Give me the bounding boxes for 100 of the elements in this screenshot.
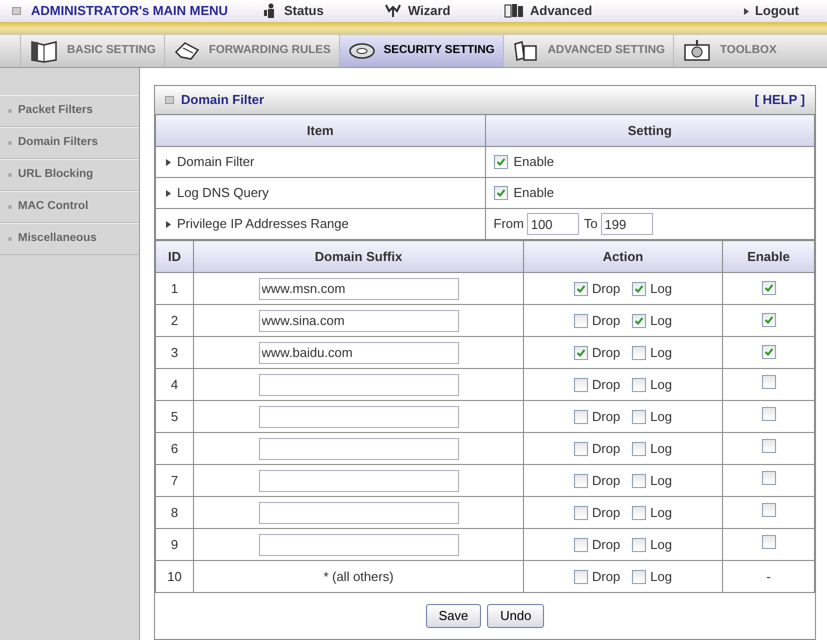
id-cell: 1: [156, 272, 194, 304]
sidebar-item[interactable]: MAC Control: [0, 191, 139, 223]
drop-checkbox[interactable]: [574, 378, 588, 392]
checkbox-label: Enable: [514, 153, 554, 172]
triangle-icon: [166, 158, 171, 166]
log-checkbox[interactable]: [632, 378, 646, 392]
enable-checkbox[interactable]: [762, 502, 776, 517]
top-menu-link[interactable]: Advanced: [504, 1, 624, 21]
enable-checkbox[interactable]: [494, 155, 508, 169]
top-menu-link[interactable]: Status: [264, 1, 384, 21]
sidebar-item[interactable]: URL Blocking: [0, 159, 139, 191]
id-cell: 6: [156, 432, 194, 464]
drop-checkbox[interactable]: [574, 506, 588, 520]
triangle-icon: [166, 190, 171, 196]
log-label: Log: [650, 312, 672, 330]
log-label: Log: [650, 536, 672, 554]
domain-suffix-field[interactable]: [258, 502, 458, 524]
log-label: Log: [650, 472, 672, 490]
drop-checkbox[interactable]: [574, 282, 588, 296]
from-label: From: [494, 215, 524, 234]
menu-bullet-icon: [12, 7, 21, 15]
domain-suffix-field[interactable]: [258, 438, 458, 460]
log-label: Log: [650, 440, 672, 458]
drop-label: Drop: [592, 376, 620, 394]
drop-label: Drop: [592, 408, 620, 426]
column-header: Enable: [722, 240, 814, 272]
domain-suffix-field[interactable]: www.sina.com: [258, 310, 458, 332]
log-label: Log: [650, 376, 672, 394]
top-menu-link[interactable]: Wizard: [384, 1, 504, 21]
id-cell: 5: [156, 400, 194, 432]
panel-title: Domain Filter: [181, 91, 264, 110]
log-checkbox[interactable]: [632, 314, 646, 328]
column-header: Action: [524, 240, 722, 272]
log-label: Log: [650, 280, 672, 298]
sidebar-item[interactable]: Packet Filters: [0, 95, 139, 127]
logout-link[interactable]: Logout: [744, 1, 799, 21]
enable-checkbox[interactable]: [762, 534, 776, 549]
domain-suffix-field[interactable]: [258, 534, 458, 556]
enable-checkbox[interactable]: [762, 438, 776, 453]
triangle-icon: [166, 220, 171, 228]
drop-checkbox[interactable]: [574, 410, 588, 424]
drop-checkbox[interactable]: [574, 346, 588, 360]
enable-checkbox[interactable]: [762, 280, 776, 295]
form-button[interactable]: Save: [426, 604, 482, 628]
column-header: Domain Suffix: [194, 240, 524, 272]
enable-checkbox[interactable]: [762, 470, 776, 485]
sidebar-item[interactable]: Miscellaneous: [0, 223, 139, 255]
id-cell: 3: [156, 336, 194, 368]
enable-checkbox[interactable]: [762, 406, 776, 421]
log-checkbox[interactable]: [632, 346, 646, 360]
drop-label: Drop: [592, 536, 620, 554]
drop-checkbox[interactable]: [574, 474, 588, 488]
domain-suffix-text: * (all others): [323, 568, 394, 584]
drop-checkbox[interactable]: [574, 570, 588, 584]
drop-checkbox[interactable]: [574, 538, 588, 552]
triangle-icon: [744, 8, 749, 14]
panel-bullet-icon: [165, 96, 174, 104]
domain-suffix-field[interactable]: [258, 470, 458, 492]
column-header: ID: [156, 240, 194, 272]
log-checkbox[interactable]: [632, 506, 646, 520]
drop-label: Drop: [592, 344, 620, 362]
log-checkbox[interactable]: [632, 282, 646, 296]
drop-label: Drop: [592, 504, 620, 522]
help-link[interactable]: [ HELP ]: [754, 90, 805, 110]
drop-label: Drop: [592, 280, 620, 298]
log-checkbox[interactable]: [632, 474, 646, 488]
nut-icon: [348, 42, 376, 60]
id-cell: 2: [156, 304, 194, 336]
bullet-icon: [8, 173, 12, 177]
main-menu-title: ADMINISTRATOR's MAIN MENU: [31, 2, 229, 20]
id-cell: 7: [156, 464, 194, 496]
bullet-icon: [8, 205, 12, 209]
log-label: Log: [650, 408, 672, 426]
to-field[interactable]: 199: [600, 213, 653, 235]
bullet-icon: [8, 141, 12, 145]
log-checkbox[interactable]: [632, 538, 646, 552]
enable-checkbox[interactable]: [494, 186, 508, 200]
domain-suffix-field[interactable]: www.baidu.com: [258, 342, 458, 364]
log-checkbox[interactable]: [632, 570, 646, 584]
id-cell: 9: [156, 528, 194, 560]
nav-tab[interactable]: SECURITY SETTING: [338, 35, 503, 67]
bullet-icon: [8, 237, 12, 241]
enable-checkbox[interactable]: [762, 374, 776, 389]
bullet-icon: [8, 109, 12, 113]
domain-suffix-field[interactable]: [258, 374, 458, 396]
checkbox-label: Enable: [514, 184, 554, 202]
enable-checkbox[interactable]: [762, 344, 776, 359]
enable-text: -: [766, 568, 771, 584]
log-checkbox[interactable]: [632, 442, 646, 456]
form-button[interactable]: Undo: [487, 604, 544, 628]
drop-checkbox[interactable]: [574, 442, 588, 456]
sidebar-item[interactable]: Domain Filters: [0, 127, 139, 159]
drop-checkbox[interactable]: [574, 314, 588, 328]
domain-suffix-field[interactable]: www.msn.com: [258, 278, 458, 300]
from-field[interactable]: 100: [526, 213, 579, 235]
log-checkbox[interactable]: [632, 410, 646, 424]
drop-label: Drop: [592, 440, 620, 458]
domain-suffix-field[interactable]: [258, 406, 458, 428]
enable-checkbox[interactable]: [762, 312, 776, 327]
book-icon: [29, 39, 59, 63]
